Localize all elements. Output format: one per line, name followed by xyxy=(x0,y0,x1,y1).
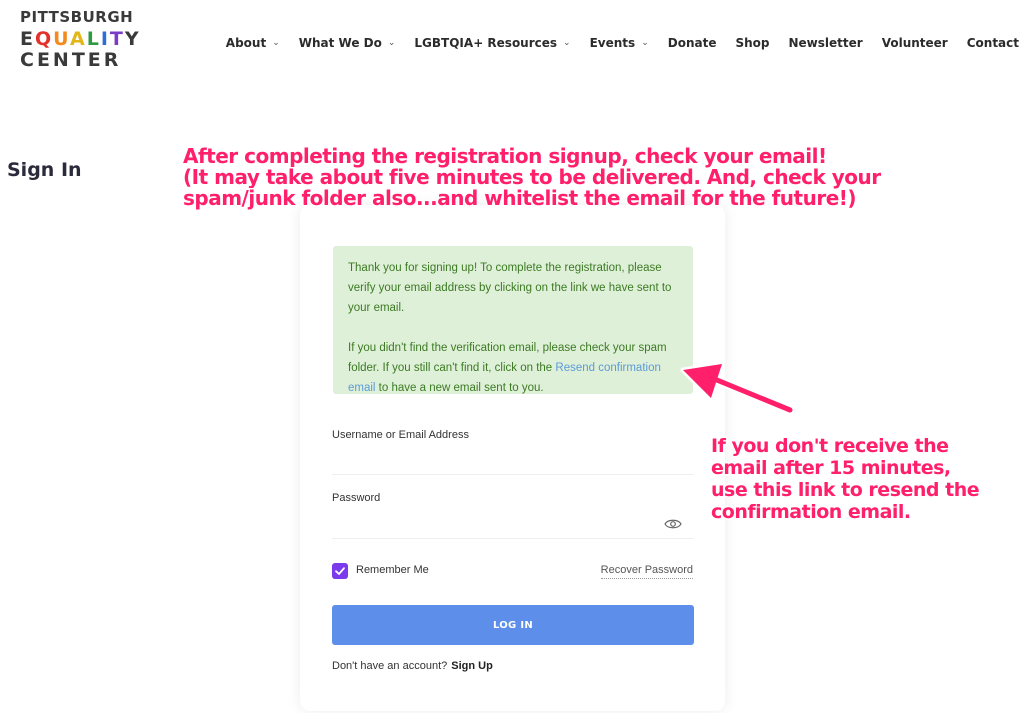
no-account-text: Don't have an account? xyxy=(332,660,448,672)
signup-prompt: Don't have an account? Sign Up xyxy=(332,660,493,672)
nav-item-contact[interactable]: Contact xyxy=(967,36,1019,50)
remember-me-checkbox[interactable] xyxy=(332,563,348,579)
logo-letter: Y xyxy=(124,28,141,50)
annotation-line: After completing the registration signup… xyxy=(182,144,829,168)
annotation-line: email after 15 minutes, xyxy=(709,456,952,481)
annotation-line: confirmation email. xyxy=(709,500,912,525)
remember-me-label[interactable]: Remember Me xyxy=(356,564,429,576)
chevron-down-icon: ⌄ xyxy=(641,38,649,48)
recover-password-link[interactable]: Recover Password xyxy=(600,564,693,579)
logo-letter: T xyxy=(109,28,125,50)
log-in-button[interactable]: LOG IN xyxy=(332,605,694,645)
chevron-down-icon: ⌄ xyxy=(272,38,280,48)
annotation-side: If you don't receive the email after 15 … xyxy=(709,434,981,525)
notice-paragraph-1: Thank you for signing up! To complete th… xyxy=(348,262,672,314)
chevron-down-icon: ⌄ xyxy=(387,38,396,48)
username-input[interactable] xyxy=(332,449,652,469)
annotation-line: (It may take about five minutes to be de… xyxy=(182,165,883,189)
logo-line-3: CENTER xyxy=(20,49,122,71)
nav-label: Shop xyxy=(735,36,770,50)
nav-item-events[interactable]: Events ⌄ xyxy=(590,36,649,50)
nav-item-lgbtqia-resources[interactable]: LGBTQIA+ Resources ⌄ xyxy=(414,36,570,50)
nav-item-newsletter[interactable]: Newsletter xyxy=(789,36,863,50)
nav-item-about[interactable]: About ⌄ xyxy=(226,36,280,50)
site-logo[interactable]: PITTSBURGH EQUALITY CENTER xyxy=(20,10,141,70)
logo-line-1: PITTSBURGH xyxy=(20,8,134,26)
sign-up-link[interactable]: Sign Up xyxy=(451,660,493,672)
password-label: Password xyxy=(332,492,381,504)
nav-label: Volunteer xyxy=(881,36,948,50)
notice-text: to have a new email sent to you. xyxy=(375,382,544,394)
nav-item-volunteer[interactable]: Volunteer xyxy=(882,36,948,50)
logo-letter: A xyxy=(69,28,87,50)
nav-label: Donate xyxy=(667,36,717,50)
annotation-line: spam/junk folder also...and whitelist th… xyxy=(182,186,859,210)
logo-letter: Q xyxy=(34,28,54,50)
logo-letter: U xyxy=(53,28,70,50)
username-underline xyxy=(332,474,693,475)
notice-paragraph-2: If you didn't find the verification emai… xyxy=(348,338,677,398)
nav-item-donate[interactable]: Donate xyxy=(668,36,717,50)
nav-label: Contact xyxy=(966,36,1019,50)
password-underline xyxy=(332,538,693,539)
eye-icon[interactable] xyxy=(664,518,682,530)
sign-in-card: Thank you for signing up! To complete th… xyxy=(300,205,725,711)
nav-label: About xyxy=(225,36,267,50)
logo-line-2: EQUALITY xyxy=(20,30,141,49)
nav-item-shop[interactable]: Shop xyxy=(735,36,769,50)
nav-label: Newsletter xyxy=(788,36,863,50)
page-title: Sign In xyxy=(7,158,82,181)
logo-letter: I xyxy=(100,28,110,50)
nav-item-what-we-do[interactable]: What We Do ⌄ xyxy=(299,36,396,50)
nav-label: Events xyxy=(589,36,636,50)
verification-notice: Thank you for signing up! To complete th… xyxy=(333,246,693,394)
logo-letter: L xyxy=(86,28,101,50)
nav-label: What We Do xyxy=(298,36,382,50)
username-label: Username or Email Address xyxy=(332,429,469,441)
annotation-line: use this link to resend the xyxy=(709,478,981,503)
logo-letter: E xyxy=(20,28,35,50)
chevron-down-icon: ⌄ xyxy=(563,38,571,48)
annotation-top: After completing the registration signup… xyxy=(182,144,883,210)
password-input[interactable] xyxy=(332,513,652,533)
nav-label: LGBTQIA+ Resources xyxy=(414,36,558,50)
main-navigation: About ⌄ What We Do ⌄ LGBTQIA+ Resources ⌄ E… xyxy=(226,36,1019,50)
checkmark-icon xyxy=(335,567,345,575)
annotation-line: If you don't receive the xyxy=(709,434,950,459)
